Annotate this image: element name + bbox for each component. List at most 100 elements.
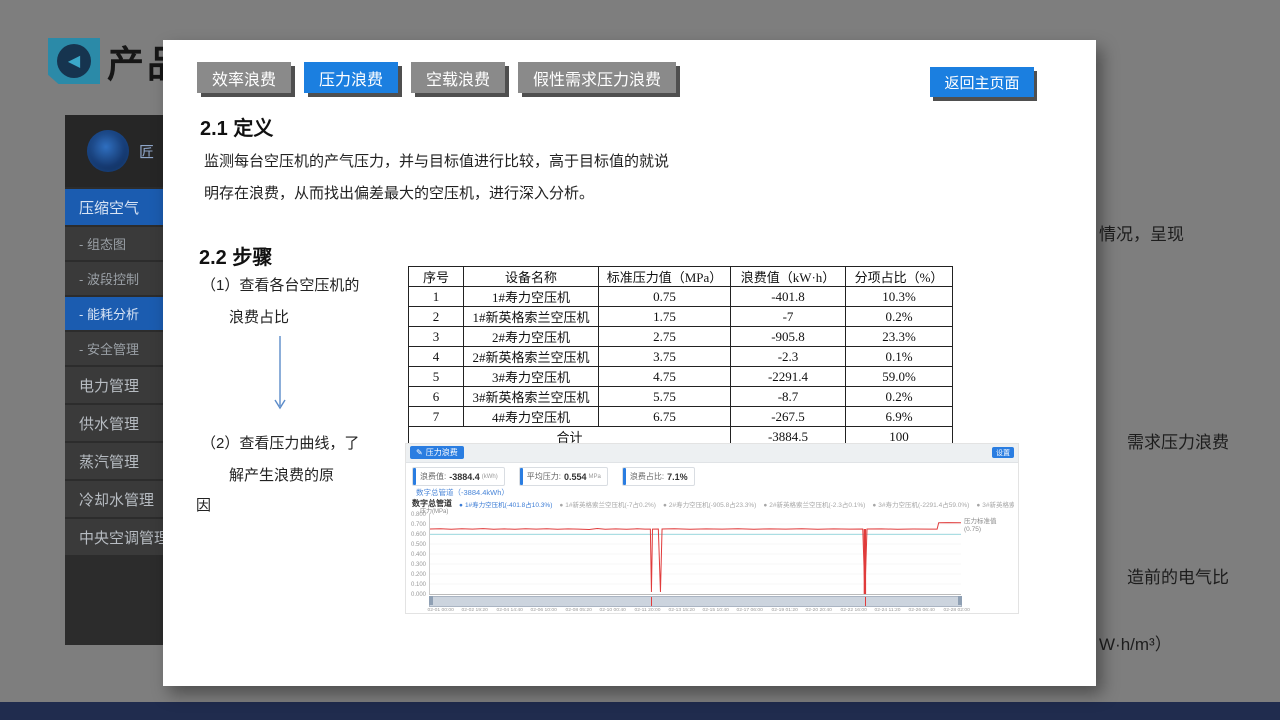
- table-cell: 1: [409, 287, 464, 307]
- legend-item: ●1#寿力空压机(-401.8占10.3%): [459, 499, 552, 509]
- y-tick: 0.700: [406, 520, 426, 530]
- brand-text: 匠: [139, 141, 154, 162]
- x-axis-ticks: 02-01 00:0002-02 19:2002-04 14:4002-06 1…: [426, 607, 971, 613]
- table-row: 42#新英格索兰空压机3.75-2.30.1%: [409, 347, 953, 367]
- x-tick: 02-15 10:40: [702, 607, 728, 612]
- edit-icon: ✎: [416, 448, 423, 457]
- table-cell: -7: [731, 307, 846, 327]
- stat-label: 平均压力:: [527, 471, 561, 482]
- x-tick: 02-10 00:40: [600, 607, 626, 612]
- y-tick: 0.300: [406, 560, 426, 570]
- table-cell: 1#新英格索兰空压机: [464, 307, 599, 327]
- table-header-cell: 分项占比（%）: [846, 267, 953, 287]
- legend-dot-icon: ●: [872, 502, 876, 509]
- sidebar-item[interactable]: 电力管理: [65, 367, 163, 403]
- y-tick: 0.100: [406, 580, 426, 590]
- datazoom-handle: [429, 596, 433, 605]
- y-tick: 0.600: [406, 530, 426, 540]
- embedded-screenshot: ✎压力浪费 设置 浪费值:-3884.4(kWh)平均压力:0.554MPa浪费…: [405, 443, 1019, 614]
- x-tick: 02-06 10:00: [531, 607, 557, 612]
- stat-label: 浪费占比:: [630, 471, 664, 482]
- sidebar-item[interactable]: - 能耗分析: [65, 297, 163, 330]
- sidebar-item[interactable]: - 组态图: [65, 227, 163, 260]
- table-cell: 0.2%: [846, 307, 953, 327]
- settings-button: 设置: [992, 447, 1014, 458]
- y-tick: 0.200: [406, 570, 426, 580]
- tab-item[interactable]: 假性需求压力浪费: [518, 62, 676, 93]
- table-header-row: 序号设备名称标准压力值（MPa）浪费值（kW·h）分项占比（%）: [409, 267, 953, 287]
- table-row: 11#寿力空压机0.75-401.810.3%: [409, 287, 953, 307]
- step2-line: 解产生浪费的原: [229, 464, 334, 485]
- table-cell: 2.75: [599, 327, 731, 347]
- x-tick: 02-22 16:00: [840, 607, 866, 612]
- sidebar-item[interactable]: 中央空调管理: [65, 519, 163, 555]
- table-cell: 5.75: [599, 387, 731, 407]
- table-cell: 0.75: [599, 287, 731, 307]
- table-cell: -8.7: [731, 387, 846, 407]
- sidebar-item[interactable]: 压缩空气: [65, 189, 163, 225]
- return-home-button[interactable]: 返回主页面: [930, 67, 1034, 97]
- stat-card: 浪费占比:7.1%: [622, 467, 695, 486]
- table-cell: 6.75: [599, 407, 731, 427]
- table-cell: 23.3%: [846, 327, 953, 347]
- legend-item: ●2#寿力空压机(-905.8占23.3%): [663, 499, 756, 509]
- table-header-cell: 浪费值（kW·h）: [731, 267, 846, 287]
- sidebar-menu: 压缩空气- 组态图- 波段控制- 能耗分析- 安全管理电力管理供水管理蒸汽管理冷…: [65, 189, 163, 555]
- stat-accent-bar: [413, 468, 416, 485]
- legend-dot-icon: ●: [559, 502, 563, 509]
- x-tick: 02-13 15:20: [668, 607, 694, 612]
- x-tick: 02-20 20:40: [806, 607, 832, 612]
- tab-item[interactable]: 效率浪费: [197, 62, 291, 93]
- table-cell: -2.3: [731, 347, 846, 367]
- sidebar-item[interactable]: 冷却水管理: [65, 481, 163, 517]
- table-cell: 4#寿力空压机: [464, 407, 599, 427]
- stat-value: 7.1%: [667, 472, 688, 482]
- waste-type-tabs: 效率浪费压力浪费空载浪费假性需求压力浪费: [197, 62, 676, 93]
- datazoom-slider: [429, 596, 962, 607]
- table-cell: -267.5: [731, 407, 846, 427]
- tab-active[interactable]: 压力浪费: [304, 62, 398, 93]
- y-tick: 0.000: [406, 590, 426, 600]
- stat-card: 浪费值:-3884.4(kWh): [412, 467, 505, 486]
- background-text-fragment: 造前的电气比: [1127, 563, 1229, 588]
- table-cell: 1#寿力空压机: [464, 287, 599, 307]
- table-cell: 2#寿力空压机: [464, 327, 599, 347]
- tab-item[interactable]: 空载浪费: [411, 62, 505, 93]
- table-header-cell: 序号: [409, 267, 464, 287]
- x-tick: 02-26 06:40: [909, 607, 935, 612]
- table-cell: 2: [409, 307, 464, 327]
- table-cell: 0.2%: [846, 387, 953, 407]
- legend-item: ●3#寿力空压机(-2291.4占59.0%): [872, 499, 969, 509]
- definition-line: 监测每台空压机的产气压力，并与目标值进行比较，高于目标值的就说: [204, 150, 669, 171]
- sidebar-item[interactable]: 蒸汽管理: [65, 443, 163, 479]
- stat-card: 平均压力:0.554MPa: [519, 467, 608, 486]
- legend-dot-icon: ●: [663, 502, 667, 509]
- x-tick: 02-01 00:00: [427, 607, 453, 612]
- step2-line: 因: [196, 494, 211, 515]
- standard-pressure-label: 压力标准值 (0.75): [964, 518, 997, 534]
- y-axis-ticks: 0.8000.7000.6000.5000.4000.3000.2000.100…: [406, 510, 426, 600]
- datazoom-event-mark: [651, 597, 652, 606]
- table-cell: 3#寿力空压机: [464, 367, 599, 387]
- back-button[interactable]: ◀: [48, 38, 100, 84]
- stat-accent-bar: [623, 468, 626, 485]
- sidebar-item[interactable]: 供水管理: [65, 405, 163, 441]
- sidebar-item[interactable]: - 波段控制: [65, 262, 163, 295]
- down-arrow-icon: [273, 336, 287, 414]
- x-tick: 02-02 19:20: [462, 607, 488, 612]
- stat-value: -3884.4: [449, 472, 480, 482]
- x-tick: 02-19 01:20: [771, 607, 797, 612]
- x-tick: 02-28 02:00: [943, 607, 969, 612]
- y-tick: 0.800: [406, 510, 426, 520]
- step1-line: 浪费占比: [229, 306, 289, 327]
- table-cell: 7: [409, 407, 464, 427]
- stat-unit: (kWh): [482, 474, 498, 480]
- table-cell: -2291.4: [731, 367, 846, 387]
- table-cell: -401.8: [731, 287, 846, 307]
- datazoom-handle: [958, 596, 962, 605]
- stat-cards: 浪费值:-3884.4(kWh) 平均压力:0.554MPa 浪费占比:7.1%: [412, 467, 695, 486]
- sidebar-item[interactable]: - 安全管理: [65, 332, 163, 365]
- table-row: 63#新英格索兰空压机5.75-8.70.2%: [409, 387, 953, 407]
- screenshot-header: [406, 444, 1018, 463]
- waste-table: 序号设备名称标准压力值（MPa）浪费值（kW·h）分项占比（%）11#寿力空压机…: [408, 266, 953, 447]
